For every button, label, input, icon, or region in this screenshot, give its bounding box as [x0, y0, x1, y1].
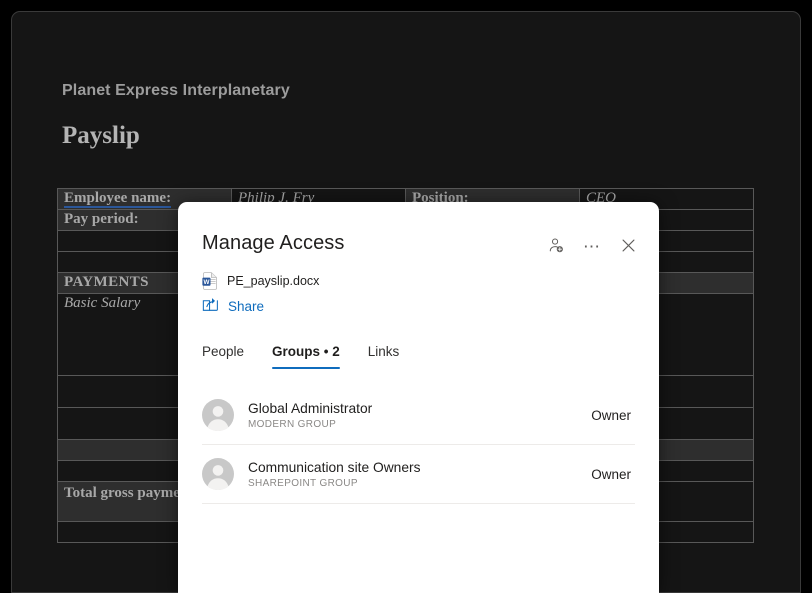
group-item-texts: Communication site Owners SHAREPOINT GROU… — [248, 459, 591, 489]
tab-links[interactable]: Links — [354, 336, 414, 369]
word-document-icon: W — [202, 272, 218, 290]
group-type: SHAREPOINT GROUP — [248, 478, 591, 489]
more-options-icon: ⋯ — [583, 243, 601, 251]
dialog-title: Manage Access — [202, 232, 345, 255]
share-button[interactable]: Share — [202, 296, 264, 317]
group-name: Communication site Owners — [248, 459, 591, 476]
close-icon — [621, 238, 636, 256]
person-avatar-icon — [202, 458, 234, 490]
dialog-header-actions: ⋯ — [541, 232, 643, 262]
close-button[interactable] — [613, 232, 643, 262]
tab-people[interactable]: People — [202, 336, 258, 369]
payslip-cell-text: Employee name: — [64, 190, 171, 208]
svg-text:W: W — [203, 279, 209, 286]
document-title: Payslip — [62, 122, 140, 150]
group-role[interactable]: Owner — [591, 408, 631, 423]
add-people-button[interactable] — [541, 232, 571, 262]
group-list-item[interactable]: Communication site Owners SHAREPOINT GROU… — [202, 445, 635, 504]
dialog-header: Manage Access ⋯ — [178, 202, 659, 258]
share-icon — [202, 296, 219, 317]
file-name-label: PE_payslip.docx — [227, 274, 319, 288]
screen-root: Planet Express Interplanetary Payslip Em… — [0, 0, 812, 593]
tab-groups-2[interactable]: Groups • 2 — [258, 336, 354, 369]
share-label: Share — [228, 299, 264, 314]
document-company-heading: Planet Express Interplanetary — [62, 82, 290, 100]
dialog-tabs: PeopleGroups • 2Links — [202, 336, 413, 369]
group-list-item[interactable]: Global Administrator MODERN GROUPOwner — [202, 386, 635, 445]
group-type: MODERN GROUP — [248, 419, 591, 430]
group-name: Global Administrator — [248, 400, 591, 417]
person-avatar-icon — [202, 399, 234, 431]
more-options-button[interactable]: ⋯ — [577, 232, 607, 262]
add-people-icon — [548, 237, 565, 257]
groups-list: Global AdministratorMODERN GROUPOwnerCom… — [202, 386, 635, 504]
group-item-texts: Global Administrator MODERN GROUP — [248, 400, 591, 430]
group-role[interactable]: Owner — [591, 467, 631, 482]
file-row: W PE_payslip.docx — [202, 272, 319, 290]
manage-access-dialog: Manage Access ⋯ — [178, 202, 659, 593]
